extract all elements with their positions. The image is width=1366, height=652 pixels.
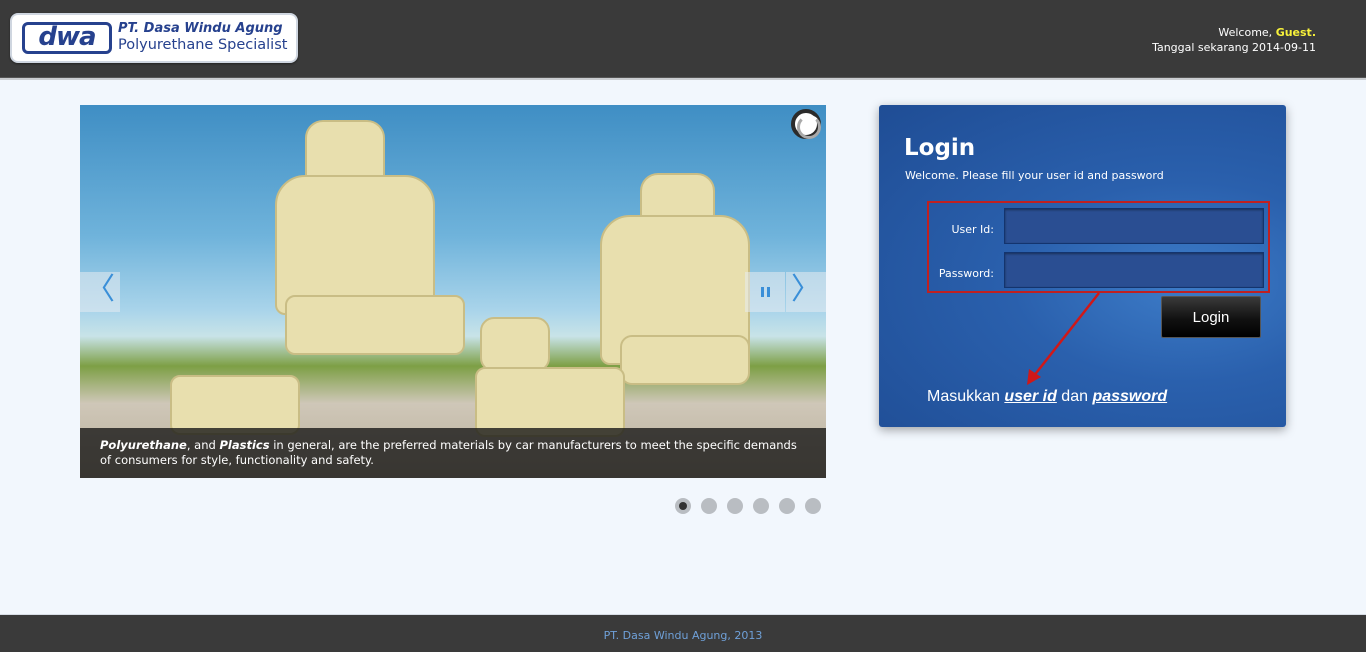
chevron-left-icon: 〈 <box>85 272 115 307</box>
caption-text: , and <box>186 438 220 452</box>
annotation-arrow-icon <box>1027 292 1100 385</box>
chevron-right-icon: 〉 <box>791 272 821 307</box>
slider-next-button[interactable]: 〉 <box>786 272 826 312</box>
login-panel: Login Welcome. Please fill your user id … <box>879 105 1286 427</box>
hint-password: password <box>1092 388 1168 405</box>
hint-text: dan <box>1056 388 1093 405</box>
slider-dot-5[interactable] <box>779 498 795 514</box>
hint-user-id: user id <box>1004 388 1057 405</box>
slider-dot-3[interactable] <box>727 498 743 514</box>
user-id-input[interactable] <box>1004 208 1264 244</box>
slider-pause-button[interactable] <box>745 272 785 312</box>
password-label: Password: <box>938 267 994 280</box>
caption-highlight-1: Polyurethane <box>100 438 187 452</box>
slider-dot-6[interactable] <box>805 498 821 514</box>
login-title: Login <box>904 135 976 161</box>
welcome-prefix: Welcome, <box>1218 26 1273 39</box>
slider-dot-2[interactable] <box>701 498 717 514</box>
logo-company-name: PT. Dasa Windu Agung <box>118 21 283 36</box>
login-hint: Masukkan user id dan password <box>927 388 1167 406</box>
user-id-label: User Id: <box>951 223 994 236</box>
footer-copyright: PT. Dasa Windu Agung, 2013 <box>603 629 763 642</box>
login-subtitle: Welcome. Please fill your user id and pa… <box>905 169 1164 182</box>
hint-text: Masukkan <box>927 388 1005 405</box>
header-bar: dwa PT. Dasa Windu Agung Polyurethane Sp… <box>0 0 1366 78</box>
slider-prev-button[interactable]: 〈 <box>80 272 120 312</box>
logo-tagline: Polyurethane Specialist <box>118 37 288 53</box>
welcome-user: Guest. <box>1275 26 1316 39</box>
slider-dot-4[interactable] <box>753 498 769 514</box>
company-logo[interactable]: dwa PT. Dasa Windu Agung Polyurethane Sp… <box>10 13 298 63</box>
current-date: Tanggal sekarang 2014-09-11 <box>1152 41 1316 54</box>
welcome-line: Welcome, Guest. <box>1152 25 1316 40</box>
footer: PT. Dasa Windu Agung, 2013 <box>0 614 1366 652</box>
welcome-info: Welcome, Guest. Tanggal sekarang 2014-09… <box>1152 25 1316 55</box>
caption-highlight-2: Plastics <box>219 438 270 452</box>
password-input[interactable] <box>1004 252 1264 288</box>
slider-dot-1[interactable] <box>675 498 691 514</box>
logo-mark: dwa <box>22 22 112 54</box>
image-slider: 〈 〉 Polyurethane, and Plastics in genera… <box>80 105 826 478</box>
login-button[interactable]: Login <box>1161 296 1261 338</box>
slide-caption: Polyurethane, and Plastics in general, a… <box>80 428 826 478</box>
header-divider <box>0 78 1366 80</box>
pause-icon <box>761 287 764 297</box>
slide-timer-icon <box>791 109 821 139</box>
